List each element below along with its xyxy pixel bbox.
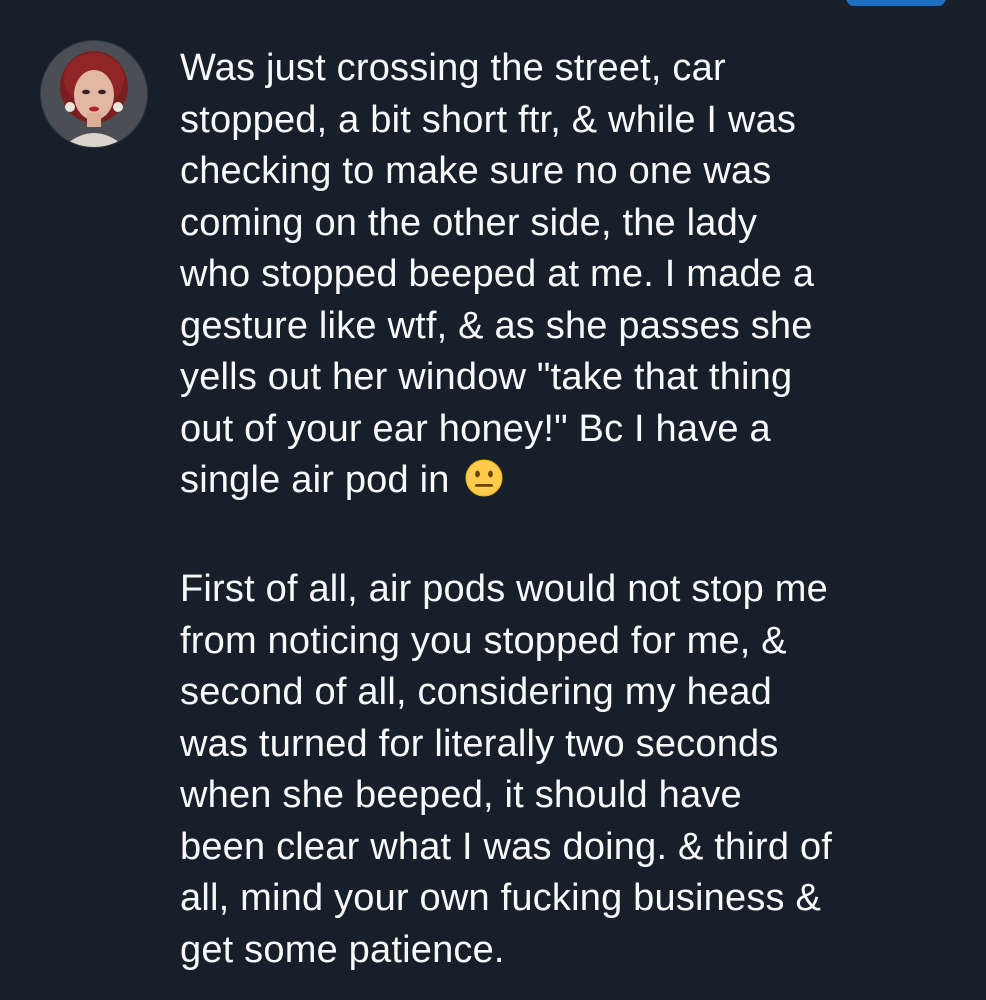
post-line: Was just crossing the street, car [180,47,726,89]
post-line: all, mind your own fucking business & [180,877,822,919]
post: Was just crossing the street, car stoppe… [0,0,986,1000]
post-line: second of all, considering my head [180,671,772,713]
post-line: stopped, a bit short ftr, & while I was [180,98,797,141]
neutral-face-emoji-icon [464,458,504,513]
post-line: yells out her window "take that thing [180,356,793,398]
post-line: when she beeped, it should have [180,774,742,816]
avatar[interactable] [40,40,148,148]
post-line-with-emoji: single air pod in [180,455,970,513]
post-line: been clear what I was doing. & third of [180,825,833,868]
post-line: single air pod in [180,459,461,501]
post-line: out of your ear honey!" Bc I have a [180,407,771,450]
post-line: First of all, air pods would not stop me [180,568,828,610]
post-line: coming on the other side, the lady [180,201,758,244]
post-line: who stopped beeped at me. I made a [180,253,815,295]
post-line: gesture like wtf, & as she passes she [180,304,813,347]
post-text: Was just crossing the street, car stoppe… [180,43,970,976]
post-line: from noticing you stopped for me, & [180,619,787,662]
post-line: was turned for literally two seconds [180,722,779,765]
user-avatar-icon [41,41,147,147]
post-line: checking to make sure no one was [180,150,772,192]
post-line: get some patience. [180,928,505,971]
